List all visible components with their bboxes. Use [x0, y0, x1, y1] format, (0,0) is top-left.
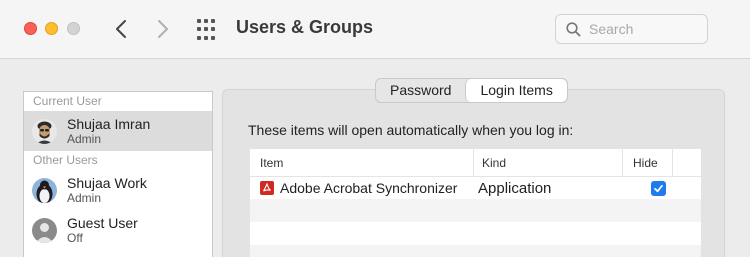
show-all-grid-icon[interactable] — [197, 19, 219, 41]
checkmark-icon — [653, 184, 663, 192]
user-role: Off — [67, 230, 83, 245]
table-row[interactable]: Adobe Acrobat Synchronizer Application — [250, 177, 701, 199]
login-items-description: These items will open automatically when… — [248, 122, 574, 138]
other-users-header: Other Users — [33, 153, 98, 167]
column-header-item[interactable]: Item — [250, 149, 474, 176]
user-row-current[interactable]: Shujaa Imran Admin — [24, 111, 212, 151]
column-header-hide[interactable]: Hide — [623, 149, 673, 176]
login-items-table: Item Kind Hide Adobe Acrobat Synchronize… — [250, 149, 701, 257]
current-user-header: Current User — [33, 94, 102, 108]
table-header: Item Kind Hide — [250, 149, 701, 177]
user-role: Admin — [67, 131, 102, 146]
memoji-avatar-icon — [32, 118, 57, 144]
item-cell: Adobe Acrobat Synchronizer — [250, 180, 474, 196]
zoom-window-button[interactable] — [67, 22, 80, 35]
user-role: Admin — [67, 190, 102, 205]
tab-login-items[interactable]: Login Items — [465, 79, 567, 102]
tab-bar: Password Login Items — [375, 78, 568, 103]
penguin-avatar-icon — [32, 177, 57, 203]
column-header-kind[interactable]: Kind — [474, 149, 623, 176]
back-button[interactable] — [109, 16, 133, 42]
user-name: Guest User — [67, 214, 138, 231]
empty-row — [250, 222, 701, 245]
search-field[interactable] — [555, 14, 708, 44]
tab-password[interactable]: Password — [376, 79, 465, 102]
user-name: Shujaa Work — [67, 174, 147, 191]
user-row-guest[interactable]: Guest User Off — [24, 210, 212, 250]
item-kind: Application — [478, 179, 552, 197]
title-bar: Users & Groups — [0, 0, 750, 59]
user-list: Current User Shujaa Imran Admin Other Us… — [23, 91, 213, 257]
empty-row — [250, 199, 701, 222]
empty-row — [250, 245, 701, 257]
chevron-right-icon — [158, 20, 168, 38]
user-row-shujaa-work[interactable]: Shujaa Work Admin — [24, 170, 212, 210]
forward-button[interactable] — [151, 16, 175, 42]
chevron-left-icon — [116, 20, 126, 38]
item-name: Adobe Acrobat Synchronizer — [280, 180, 458, 196]
adobe-acrobat-icon — [260, 181, 274, 195]
minimize-window-button[interactable] — [45, 22, 58, 35]
hide-checkbox[interactable] — [650, 180, 666, 196]
close-window-button[interactable] — [24, 22, 37, 35]
user-name: Shujaa Imran — [67, 115, 151, 132]
generic-user-avatar-icon — [32, 217, 57, 243]
search-input[interactable] — [589, 21, 699, 37]
window-title: Users & Groups — [236, 17, 374, 37]
search-icon — [566, 21, 581, 37]
hide-cell — [623, 180, 673, 196]
